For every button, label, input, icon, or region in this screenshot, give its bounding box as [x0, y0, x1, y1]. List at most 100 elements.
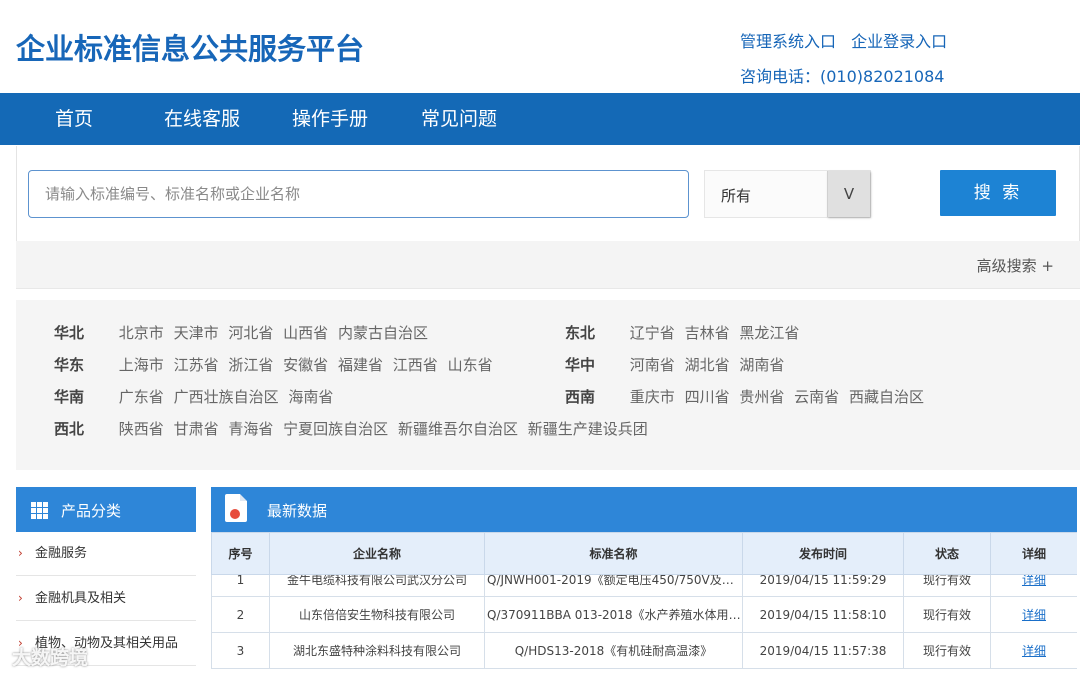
category-item[interactable]: › 金融服务	[16, 532, 196, 576]
province-link[interactable]: 云南省	[794, 388, 839, 406]
admin-entry-link[interactable]: 管理系统入口	[740, 32, 836, 51]
region-name: 华东	[54, 356, 85, 374]
category-label: 金融服务	[35, 546, 88, 561]
region-row-south: 华南 广东省 广西壮族自治区 海南省	[54, 386, 338, 407]
province-link[interactable]: 新疆维吾尔自治区	[398, 420, 518, 438]
province-link[interactable]: 西藏自治区	[849, 388, 924, 406]
province-link[interactable]: 陕西省	[119, 420, 164, 438]
company-name: 湖北东盛特种涂料科技有限公司	[269, 632, 485, 669]
row-number: 2	[211, 596, 270, 633]
table-row: 3 湖北东盛特种涂料科技有限公司 Q/HDS13-2018《有机硅耐高温漆》 2…	[211, 632, 1077, 669]
table-header-row: 序号 企业名称 标准名称 发布时间 状态 详细	[211, 532, 1077, 575]
detail-cell: 详细	[990, 574, 1077, 597]
region-row-northeast: 东北 辽宁省 吉林省 黑龙江省	[565, 322, 804, 343]
main-nav: 首页 在线客服 操作手册 常见问题	[0, 93, 1080, 145]
province-link[interactable]: 上海市	[119, 356, 164, 374]
province-link[interactable]: 河南省	[630, 356, 675, 374]
region-name: 华北	[54, 324, 85, 342]
category-header: 产品分类	[16, 487, 196, 532]
province-link[interactable]: 四川省	[685, 388, 730, 406]
detail-link[interactable]: 详细	[1022, 644, 1046, 658]
column-header: 企业名称	[269, 532, 485, 575]
document-icon	[225, 494, 247, 522]
search-button[interactable]: 搜 索	[940, 170, 1056, 216]
province-link[interactable]: 重庆市	[630, 388, 675, 406]
region-name: 西北	[54, 420, 85, 438]
row-number: 1	[211, 574, 270, 597]
chevron-right-icon: ›	[18, 546, 23, 560]
region-name: 华中	[565, 356, 596, 374]
province-link[interactable]: 安徽省	[283, 356, 328, 374]
province-link[interactable]: 天津市	[174, 324, 219, 342]
province-link[interactable]: 河北省	[228, 324, 273, 342]
search-input[interactable]	[28, 170, 689, 218]
region-row-east: 华东 上海市 江苏省 浙江省 安徽省 福建省 江西省 山东省	[54, 354, 498, 375]
publish-time: 2019/04/15 11:57:38	[742, 632, 904, 669]
nav-item-faq[interactable]: 常见问题	[421, 93, 497, 145]
company-name: 山东倍倍安生物科技有限公司	[269, 596, 485, 633]
latest-data-panel: 最新数据 序号 企业名称 标准名称 发布时间 状态 详细 1 金牛电缆科技有限公…	[211, 487, 1077, 675]
top-header: 企业标准信息公共服务平台 管理系统入口 企业登录入口 咨询电话：(010)820…	[0, 0, 1080, 93]
nav-item-manual[interactable]: 操作手册	[292, 93, 368, 145]
column-header: 状态	[903, 532, 991, 575]
enterprise-login-link[interactable]: 企业登录入口	[851, 32, 947, 51]
table-row: 2 山东倍倍安生物科技有限公司 Q/370911BBA 013-2018《水产养…	[211, 596, 1077, 633]
province-link[interactable]: 湖北省	[685, 356, 730, 374]
province-link[interactable]: 黑龙江省	[739, 324, 799, 342]
scope-select[interactable]: 所有 V	[704, 170, 871, 218]
detail-link[interactable]: 详细	[1022, 608, 1046, 622]
category-item[interactable]: › 金融机具及相关	[16, 577, 196, 621]
province-link[interactable]: 青海省	[228, 420, 273, 438]
province-link[interactable]: 广东省	[119, 388, 164, 406]
top-links: 管理系统入口 企业登录入口	[740, 28, 957, 52]
scope-select-toggle[interactable]: V	[827, 171, 870, 217]
detail-cell: 详细	[990, 632, 1077, 669]
province-link[interactable]: 吉林省	[685, 324, 730, 342]
column-header: 发布时间	[742, 532, 904, 575]
province-link[interactable]: 江苏省	[174, 356, 219, 374]
status: 现行有效	[903, 574, 991, 597]
province-link[interactable]: 新疆生产建设兵团	[528, 420, 648, 438]
province-link[interactable]: 北京市	[119, 324, 164, 342]
province-link[interactable]: 福建省	[338, 356, 383, 374]
latest-data-header: 最新数据	[211, 487, 1077, 532]
province-link[interactable]: 山西省	[283, 324, 328, 342]
region-row-central: 华中 河南省 湖北省 湖南省	[565, 354, 789, 375]
region-row-northwest: 西北 陕西省 甘肃省 青海省 宁夏回族自治区 新疆维吾尔自治区 新疆生产建设兵团	[54, 418, 653, 439]
province-link[interactable]: 江西省	[393, 356, 438, 374]
scope-select-value: 所有	[721, 187, 752, 205]
advanced-search-link[interactable]: 高级搜索 +	[977, 255, 1054, 276]
table-row: 1 金牛电缆科技有限公司武汉分公司 Q/JNWH001-2019《额定电压450…	[211, 574, 1077, 597]
column-header: 详细	[990, 532, 1077, 575]
detail-link[interactable]: 详细	[1022, 576, 1046, 588]
standard-name: Q/JNWH001-2019《额定电压450/750V及以...	[484, 574, 743, 597]
province-link[interactable]: 内蒙古自治区	[338, 324, 428, 342]
latest-data-title: 最新数据	[267, 502, 328, 520]
region-row-southwest: 西南 重庆市 四川省 贵州省 云南省 西藏自治区	[565, 386, 929, 407]
hotline: 咨询电话：(010)82021084	[740, 67, 945, 86]
province-link[interactable]: 贵州省	[739, 388, 784, 406]
category-label: 金融机具及相关	[35, 591, 127, 606]
region-row-north: 华北 北京市 天津市 河北省 山西省 内蒙古自治区	[54, 322, 433, 343]
standard-name: Q/HDS13-2018《有机硅耐高温漆》	[484, 632, 743, 669]
province-link[interactable]: 山东省	[448, 356, 493, 374]
publish-time: 2019/04/15 11:59:29	[742, 574, 904, 597]
status: 现行有效	[903, 632, 991, 669]
region-name: 华南	[54, 388, 85, 406]
province-link[interactable]: 海南省	[288, 388, 333, 406]
column-header: 序号	[211, 532, 270, 575]
province-link[interactable]: 湖南省	[739, 356, 784, 374]
province-link[interactable]: 浙江省	[228, 356, 273, 374]
publish-time: 2019/04/15 11:58:10	[742, 596, 904, 633]
site-title: 企业标准信息公共服务平台	[16, 32, 365, 66]
advanced-search-bar: 高级搜索 +	[16, 241, 1080, 289]
province-link[interactable]: 宁夏回族自治区	[283, 420, 388, 438]
province-link[interactable]: 广西壮族自治区	[174, 388, 279, 406]
province-link[interactable]: 辽宁省	[630, 324, 675, 342]
detail-cell: 详细	[990, 596, 1077, 633]
latest-data-table: 序号 企业名称 标准名称 发布时间 状态 详细 1 金牛电缆科技有限公司武汉分公…	[211, 532, 1077, 669]
nav-item-online-service[interactable]: 在线客服	[164, 93, 240, 145]
nav-item-home[interactable]: 首页	[55, 93, 93, 145]
province-link[interactable]: 甘肃省	[174, 420, 219, 438]
company-name: 金牛电缆科技有限公司武汉分公司	[269, 574, 485, 597]
